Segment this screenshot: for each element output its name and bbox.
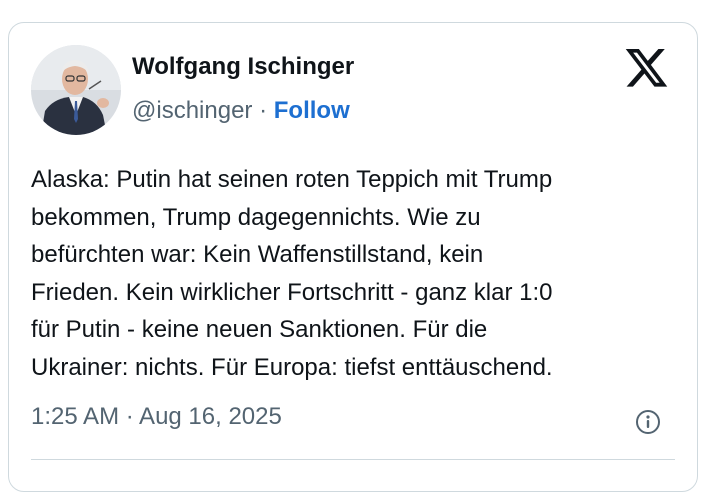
x-logo-glyph xyxy=(625,49,668,87)
tweet-timestamp[interactable]: 1:25 AM · Aug 16, 2025 xyxy=(31,403,282,431)
avatar-photo xyxy=(31,45,121,135)
info-icon-glyph xyxy=(636,410,660,434)
author-handle-row: @ischinger · Follow xyxy=(132,97,350,125)
author-name[interactable]: Wolfgang Ischinger xyxy=(132,53,354,81)
x-logo-icon[interactable] xyxy=(625,49,669,91)
tweet-text: Alaska: Putin hat seinen roten Teppich m… xyxy=(31,166,553,381)
tweet-card: Wolfgang Ischinger @ischinger · Follow A… xyxy=(8,22,698,492)
author-handle[interactable]: @ischinger xyxy=(132,97,252,124)
handle-separator: · xyxy=(259,97,268,124)
divider xyxy=(31,459,675,460)
follow-button[interactable]: Follow xyxy=(274,97,350,124)
avatar[interactable] xyxy=(31,45,121,135)
info-icon[interactable] xyxy=(635,409,661,435)
